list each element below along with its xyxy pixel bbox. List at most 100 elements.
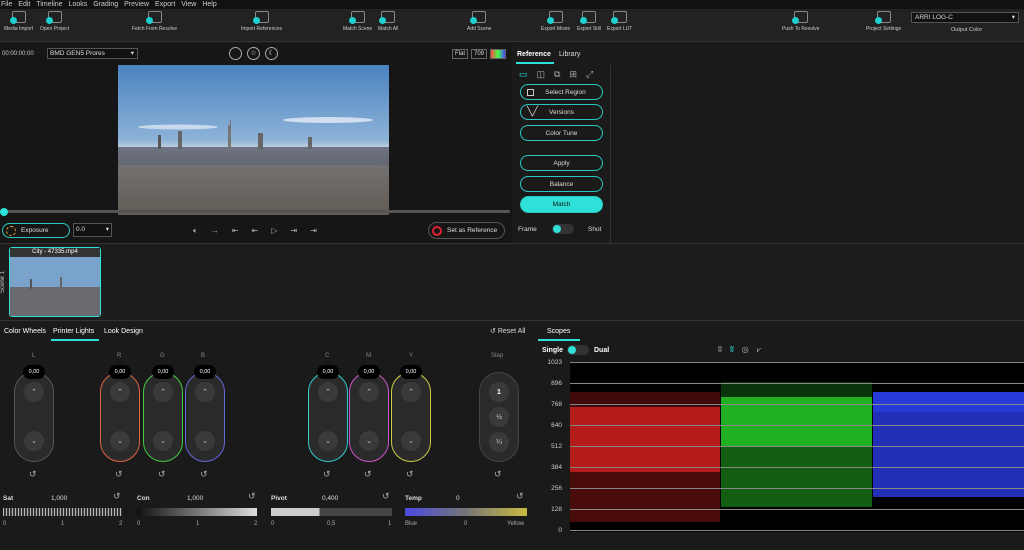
frame-shot-toggle[interactable] xyxy=(552,224,574,234)
grid-view-icon[interactable]: ⊞ xyxy=(569,69,577,80)
play-icon[interactable]: ▷ xyxy=(271,226,277,236)
vectorscope-icon[interactable]: ◎ xyxy=(742,345,749,355)
match-all-button[interactable]: Match All xyxy=(378,11,398,32)
tab-printer-lights[interactable]: Printer Lights xyxy=(53,328,94,335)
scrubber-handle[interactable] xyxy=(0,208,8,216)
fetch-button[interactable]: Fetch From Resolve xyxy=(132,11,177,32)
l-down-button[interactable]: ⌄ xyxy=(24,431,44,451)
y-down-button[interactable]: ⌄ xyxy=(401,431,421,451)
scope-type-icons: ʬ ʬ ◎ ⩗ xyxy=(718,345,761,355)
fullscreen-icon[interactable]: ⤢ xyxy=(586,69,593,80)
set-as-reference-button[interactable]: Set as Reference xyxy=(428,222,505,239)
b-up-button[interactable]: ⌃ xyxy=(195,382,215,402)
b-down-button[interactable]: ⌄ xyxy=(195,431,215,451)
temp-slider[interactable] xyxy=(405,508,527,516)
menu-help[interactable]: Help xyxy=(202,0,216,9)
parade-icon[interactable]: ʬ xyxy=(730,345,734,355)
output-color-select[interactable]: ARRI LOG-C ▾ xyxy=(911,12,1019,23)
match-button[interactable]: Match xyxy=(520,196,603,213)
c-down-button[interactable]: ⌄ xyxy=(318,431,338,451)
pivot-reset-icon[interactable]: ↺ xyxy=(382,491,390,502)
export-lut-button[interactable]: Export LUT xyxy=(607,11,632,32)
tab-look-design[interactable]: Look Design xyxy=(104,328,143,335)
apply-button[interactable]: Apply xyxy=(520,155,603,171)
y-reset-icon[interactable]: ↺ xyxy=(406,469,414,480)
con-reset-icon[interactable]: ↺ xyxy=(248,491,256,502)
circle-button[interactable] xyxy=(229,47,242,60)
push-to-resolve-button[interactable]: Push To Resolve xyxy=(782,11,819,32)
versions-button[interactable]: ╲╱ Versions xyxy=(520,104,603,120)
single-dual-toggle[interactable] xyxy=(567,345,589,355)
step-forward-icon[interactable]: ⇥ xyxy=(290,226,297,236)
waveform-icon[interactable]: ʬ xyxy=(718,345,722,355)
reset-all-button[interactable]: ↺ Reset All xyxy=(490,327,525,335)
step-quarter-button[interactable]: ¼ xyxy=(489,432,509,452)
color-tune-button[interactable]: Color Tune xyxy=(520,125,603,141)
tab-library[interactable]: Library xyxy=(559,51,580,58)
g-reset-icon[interactable]: ↺ xyxy=(158,469,166,480)
export-still-button[interactable]: Export Still xyxy=(577,11,601,32)
m-reset-icon[interactable]: ↺ xyxy=(364,469,372,480)
clip-thumbnail[interactable]: City - 47335.mp4 xyxy=(9,247,101,317)
y-up-button[interactable]: ⌃ xyxy=(401,382,421,402)
balance-button[interactable]: Balance xyxy=(520,176,603,192)
c-up-button[interactable]: ⌃ xyxy=(318,382,338,402)
add-scene-button[interactable]: Add Scene xyxy=(467,11,491,32)
sat-slider[interactable] xyxy=(3,508,122,516)
m-up-button[interactable]: ⌃ xyxy=(359,382,379,402)
b-reset-icon[interactable]: ↺ xyxy=(200,469,208,480)
color-bars-icon[interactable] xyxy=(490,49,506,59)
open-project-button[interactable]: Open Project xyxy=(40,11,69,32)
l-up-button[interactable]: ⌃ xyxy=(24,382,44,402)
con-slider[interactable] xyxy=(137,508,257,516)
moon-icon[interactable]: ☾ xyxy=(265,47,278,60)
menu-grading[interactable]: Grading xyxy=(93,0,118,9)
volume-icon[interactable]: 🔈︎ xyxy=(193,226,198,236)
next-frame-icon[interactable]: ⇥ xyxy=(310,226,317,236)
step-1-button[interactable]: 1 xyxy=(489,382,509,402)
menu-view[interactable]: View xyxy=(181,0,196,9)
g-up-button[interactable]: ⌃ xyxy=(153,382,173,402)
format-select[interactable]: BMD GEN5 Prores ▾ xyxy=(47,48,138,59)
r-down-button[interactable]: ⌄ xyxy=(110,431,130,451)
exposure-button[interactable]: Exposure xyxy=(2,223,70,238)
r-up-button[interactable]: ⌃ xyxy=(110,382,130,402)
step-half-button[interactable]: ½ xyxy=(489,407,509,427)
menu-file[interactable]: File xyxy=(1,0,12,9)
forward-arrow-icon[interactable]: → xyxy=(211,226,219,236)
flat-button[interactable]: Flat xyxy=(452,49,468,59)
media-import-button[interactable]: Media Import xyxy=(4,11,33,32)
select-region-button[interactable]: Select Region xyxy=(520,84,603,100)
rec709-button[interactable]: 709 xyxy=(471,49,487,59)
c-reset-icon[interactable]: ↺ xyxy=(323,469,331,480)
prev-frame-icon[interactable]: ⇤ xyxy=(232,226,239,236)
g-down-button[interactable]: ⌄ xyxy=(153,431,173,451)
import-references-button[interactable]: Import References xyxy=(241,11,282,32)
pivot-slider[interactable] xyxy=(271,508,392,516)
menu-export[interactable]: Export xyxy=(155,0,175,9)
timeline-scrubber[interactable] xyxy=(0,210,510,213)
tab-reference[interactable]: Reference xyxy=(517,51,551,58)
histogram-icon[interactable]: ⩗ xyxy=(757,345,762,355)
l-reset-icon[interactable]: ↺ xyxy=(29,469,37,480)
menu-edit[interactable]: Edit xyxy=(18,0,30,9)
menu-preview[interactable]: Preview xyxy=(124,0,149,9)
export-movie-button[interactable]: Export Movie xyxy=(541,11,570,32)
temp-reset-icon[interactable]: ↺ xyxy=(516,491,524,502)
project-settings-button[interactable]: Project Settings xyxy=(866,11,901,32)
step-back-icon[interactable]: ⇤ xyxy=(252,226,259,236)
tab-scopes[interactable]: Scopes xyxy=(547,328,570,335)
overlay-view-icon[interactable]: ⧉ xyxy=(554,69,560,80)
menu-looks[interactable]: Looks xyxy=(69,0,88,9)
r-reset-icon[interactable]: ↺ xyxy=(115,469,123,480)
exposure-value-select[interactable]: 0.0 ▾ xyxy=(73,223,112,237)
single-view-icon[interactable]: ▭ xyxy=(519,69,528,80)
step-reset-icon[interactable]: ↺ xyxy=(494,469,502,480)
split-view-icon[interactable]: ◫ xyxy=(537,69,546,80)
star-icon[interactable]: ☆ xyxy=(247,47,260,60)
sat-reset-icon[interactable]: ↺ xyxy=(113,491,121,502)
match-scene-button[interactable]: Match Scene xyxy=(343,11,372,32)
tab-color-wheels[interactable]: Color Wheels xyxy=(4,328,46,335)
m-down-button[interactable]: ⌄ xyxy=(359,431,379,451)
menu-timeline[interactable]: Timeline xyxy=(36,0,62,9)
